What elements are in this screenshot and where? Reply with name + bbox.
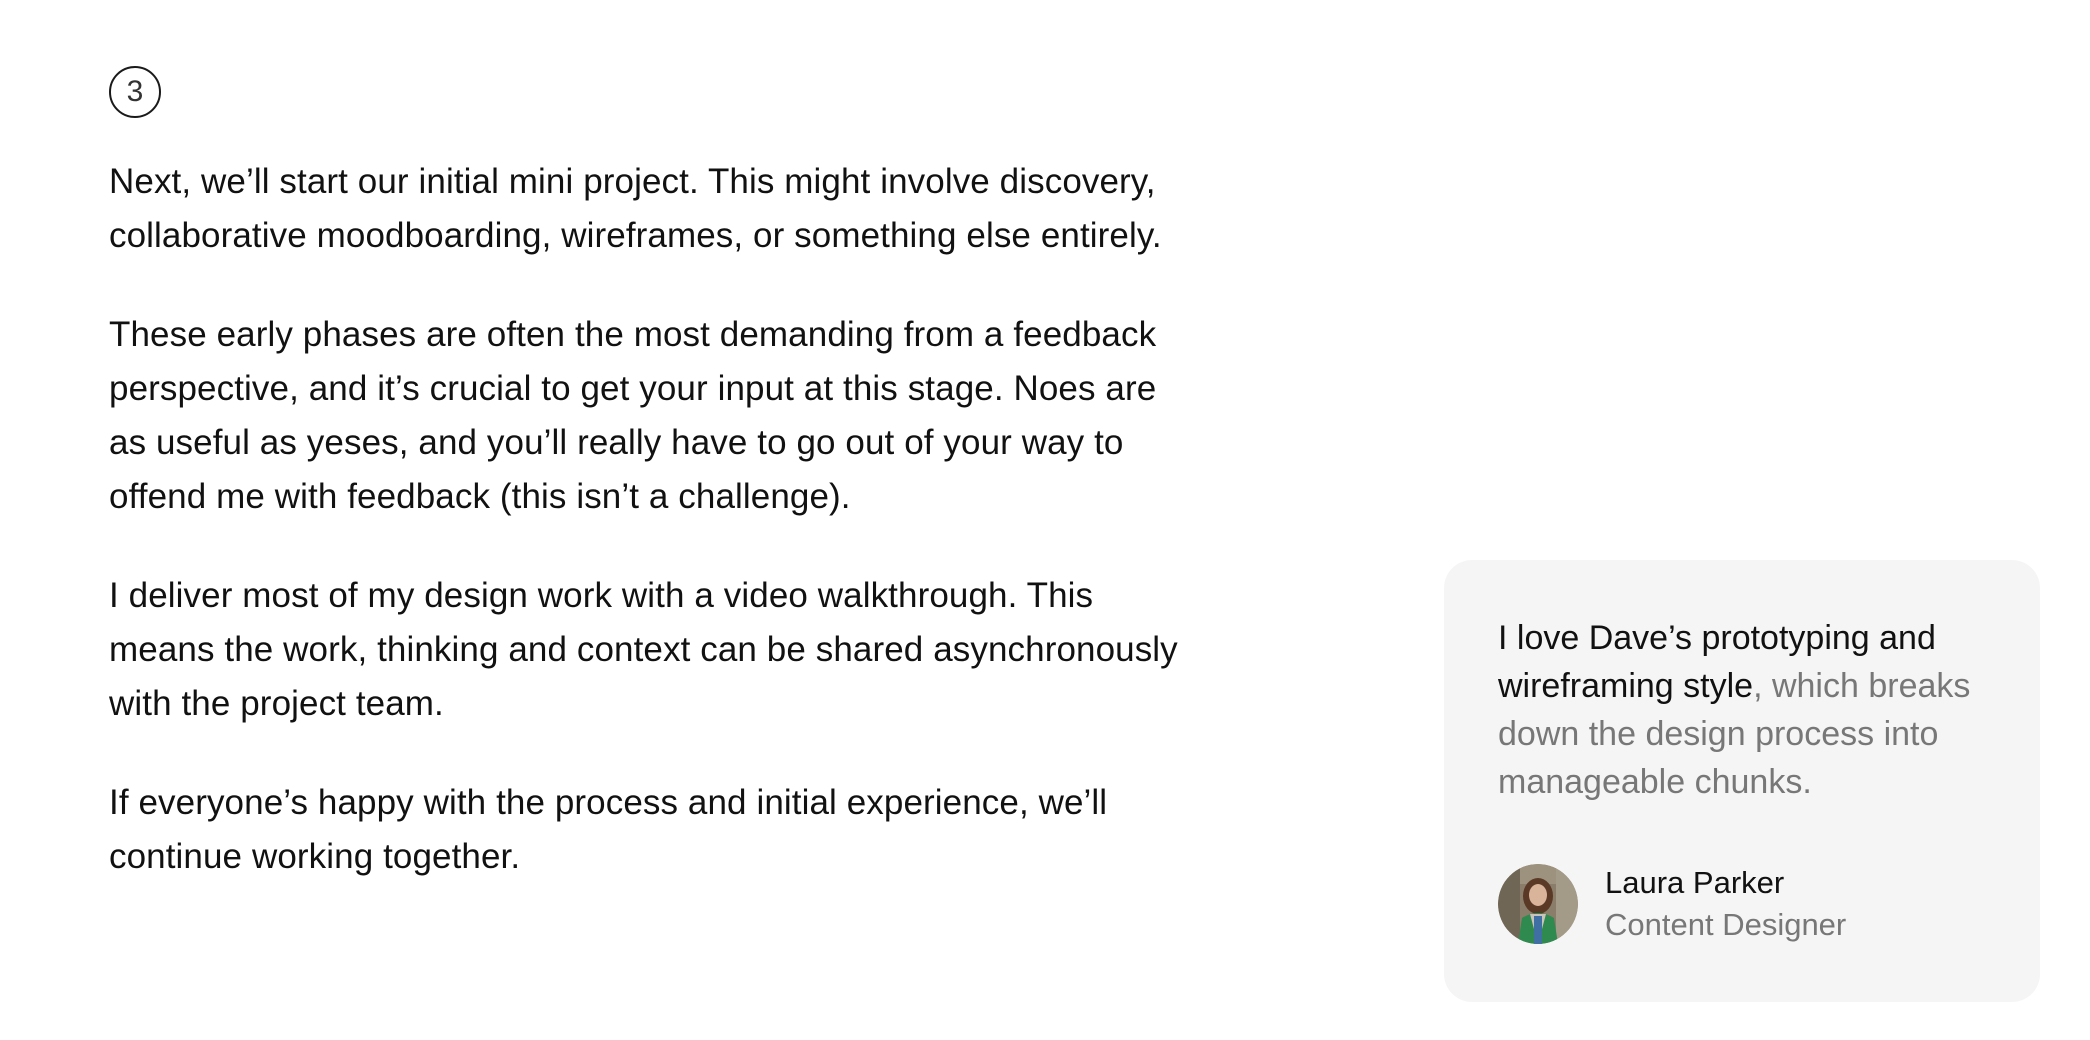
author-details: Laura Parker Content Designer [1605, 862, 1846, 946]
step-description: Next, we’ll start our initial mini proje… [109, 155, 1189, 929]
testimonial-quote: I love Dave’s prototyping and wireframin… [1498, 614, 1988, 806]
author-role: Content Designer [1605, 907, 1847, 942]
paragraph-continue: If everyone’s happy with the process and… [109, 783, 1108, 876]
step-number-badge: 3 [109, 66, 161, 118]
testimonial-author: Laura Parker Content Designer [1498, 862, 1846, 946]
testimonial-card: I love Dave’s prototyping and wireframin… [1444, 560, 2040, 1002]
paragraph-mini-project: Next, we’ll start our initial mini proje… [109, 162, 1162, 255]
author-name: Laura Parker [1605, 865, 1785, 900]
person-photo-avatar [1498, 864, 1578, 944]
paragraph-feedback: These early phases are often the most de… [109, 315, 1157, 516]
step-number: 3 [126, 75, 144, 108]
paragraph-video-walkthrough: I deliver most of my design work with a … [109, 576, 1178, 723]
